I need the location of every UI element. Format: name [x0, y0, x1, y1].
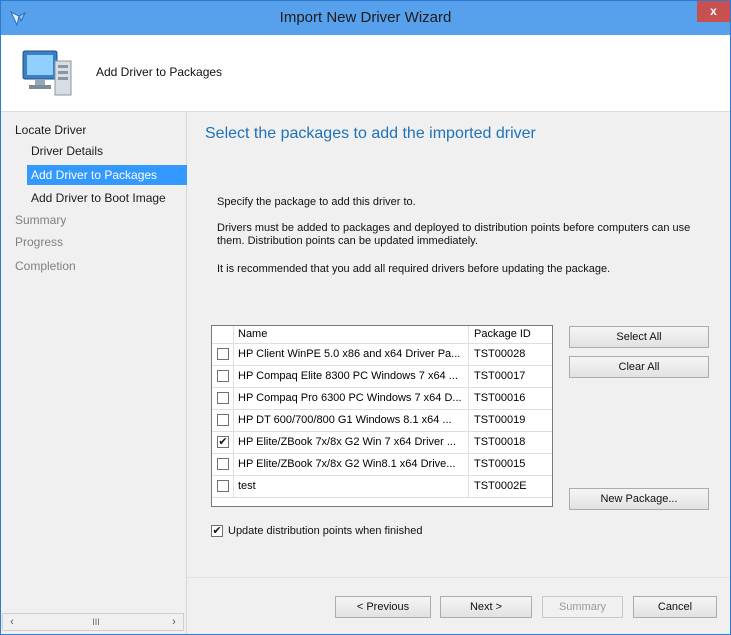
header-title: Add Driver to Packages: [96, 65, 223, 79]
table-header-row: Name Package ID: [212, 326, 552, 344]
row-checkbox-cell: [212, 344, 234, 365]
packages-table[interactable]: Name Package ID HP Client WinPE 5.0 x86 …: [211, 325, 553, 507]
step-add-driver-to-boot-image[interactable]: Add Driver to Boot Image: [31, 188, 166, 208]
info-text-line1: Drivers must be added to packages and de…: [217, 222, 691, 234]
update-distribution-points-option[interactable]: ✔ Update distribution points when finishe…: [211, 525, 422, 538]
update-distribution-label: Update distribution points when finished: [228, 525, 423, 537]
scroll-thumb[interactable]: III: [89, 614, 103, 630]
table-row[interactable]: HP Elite/ZBook 7x/8x G2 Win8.1 x64 Drive…: [212, 454, 552, 476]
summary-button: Summary: [542, 596, 623, 618]
package-name: test: [235, 476, 469, 497]
package-checkbox[interactable]: [217, 414, 229, 426]
wizard-header: Add Driver to Packages: [1, 35, 730, 112]
update-distribution-checkbox[interactable]: ✔: [211, 525, 223, 538]
next-button[interactable]: Next >: [440, 596, 532, 618]
package-name: HP Compaq Elite 8300 PC Windows 7 x64 ..…: [235, 366, 469, 387]
column-header-name[interactable]: Name: [235, 326, 469, 343]
wizard-steps-sidebar: Locate Driver Driver Details Add Driver …: [1, 112, 190, 634]
new-package-button[interactable]: New Package...: [569, 488, 709, 510]
row-checkbox-cell: [212, 366, 234, 387]
select-all-button[interactable]: Select All: [569, 326, 709, 348]
row-checkbox-cell: [212, 454, 234, 475]
step-completion[interactable]: Completion: [15, 256, 76, 276]
clear-all-button[interactable]: Clear All: [569, 356, 709, 378]
row-checkbox-cell: [212, 410, 234, 431]
window-title: Import New Driver Wizard: [279, 9, 452, 26]
wizard-window: Import New Driver Wizard x Add Driver to…: [0, 0, 731, 635]
package-id: TST00028: [474, 348, 526, 360]
row-checkbox-cell: [212, 388, 234, 409]
wizard-content: Select the packages to add the imported …: [187, 112, 730, 634]
package-name: HP DT 600/700/800 G1 Windows 8.1 x64 ...: [235, 410, 469, 431]
info-text-line2: them. Distribution points can be updated…: [217, 235, 478, 247]
package-id: TST00015: [474, 458, 526, 470]
recommendation-text: It is recommended that you add all requi…: [217, 263, 611, 275]
button-area-divider: [187, 577, 730, 578]
cancel-button[interactable]: Cancel: [633, 596, 717, 618]
package-checkbox[interactable]: [217, 348, 229, 360]
column-header-package-id[interactable]: Package ID: [470, 326, 556, 343]
step-progress[interactable]: Progress: [15, 232, 63, 252]
step-locate-driver[interactable]: Locate Driver: [15, 120, 86, 140]
table-row[interactable]: ✔ HP Elite/ZBook 7x/8x G2 Win 7 x64 Driv…: [212, 432, 552, 454]
package-name: HP Elite/ZBook 7x/8x G2 Win 7 x64 Driver…: [235, 432, 469, 453]
package-checkbox[interactable]: [217, 480, 229, 492]
package-checkbox-checked[interactable]: ✔: [217, 436, 229, 448]
package-id: TST00016: [474, 392, 526, 404]
table-row[interactable]: test TST0002E: [212, 476, 552, 498]
package-id: TST00017: [474, 370, 526, 382]
title-bar[interactable]: Import New Driver Wizard x: [1, 1, 730, 35]
package-checkbox[interactable]: [217, 370, 229, 382]
step-add-driver-to-packages[interactable]: Add Driver to Packages: [27, 165, 190, 185]
instruction-text: Specify the package to add this driver t…: [217, 196, 416, 208]
package-name: HP Elite/ZBook 7x/8x G2 Win8.1 x64 Drive…: [235, 454, 469, 475]
table-row[interactable]: HP Client WinPE 5.0 x86 and x64 Driver P…: [212, 344, 552, 366]
sidebar-horizontal-scrollbar[interactable]: ‹ III ›: [2, 613, 184, 631]
row-checkbox-cell: ✔: [212, 432, 234, 453]
previous-button[interactable]: < Previous: [335, 596, 431, 618]
header-checkbox-column: [212, 326, 234, 343]
row-checkbox-cell: [212, 476, 234, 497]
package-id: TST00018: [474, 436, 526, 448]
package-checkbox[interactable]: [217, 458, 229, 470]
table-row[interactable]: HP DT 600/700/800 G1 Windows 8.1 x64 ...…: [212, 410, 552, 432]
step-driver-details[interactable]: Driver Details: [31, 141, 103, 161]
package-id: TST00019: [474, 414, 526, 426]
step-summary[interactable]: Summary: [15, 210, 66, 230]
computer-driver-icon: [22, 50, 72, 96]
package-id: TST0002E: [474, 480, 527, 492]
package-checkbox[interactable]: [217, 392, 229, 404]
table-row[interactable]: HP Compaq Elite 8300 PC Windows 7 x64 ..…: [212, 366, 552, 388]
table-row[interactable]: HP Compaq Pro 6300 PC Windows 7 x64 D...…: [212, 388, 552, 410]
page-title: Select the packages to add the imported …: [205, 125, 536, 142]
close-button[interactable]: x: [697, 1, 730, 22]
scroll-left-icon[interactable]: ‹: [4, 614, 20, 630]
scroll-right-icon[interactable]: ›: [166, 614, 182, 630]
package-name: HP Client WinPE 5.0 x86 and x64 Driver P…: [235, 344, 469, 365]
package-name: HP Compaq Pro 6300 PC Windows 7 x64 D...: [235, 388, 469, 409]
